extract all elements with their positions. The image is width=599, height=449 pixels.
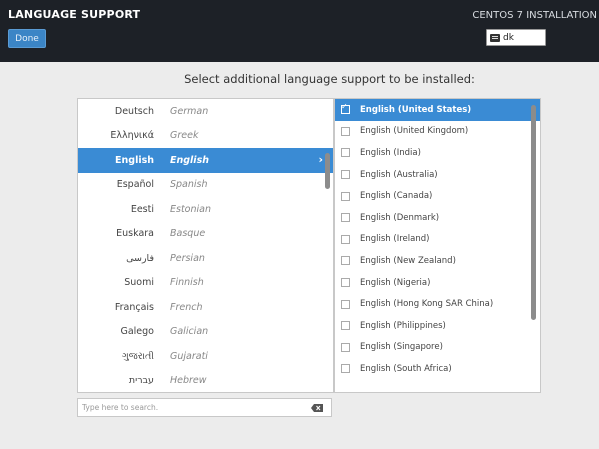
language-native-name: Deutsch	[114, 105, 154, 117]
done-button[interactable]: Done	[8, 29, 46, 48]
language-english-name: Estonian	[170, 203, 211, 215]
locale-item[interactable]: English (United States)	[335, 99, 540, 121]
locale-list[interactable]: English (United States) English (United K…	[334, 98, 541, 393]
locale-item[interactable]: English (Hong Kong SAR China)	[335, 293, 540, 315]
locale-checkbox[interactable]	[341, 191, 350, 201]
locale-checkbox[interactable]	[341, 234, 350, 244]
language-list[interactable]: Deutsch German Ελληνικά Greek English English…	[77, 98, 334, 393]
locale-list-scrollbar[interactable]	[531, 105, 536, 320]
locale-item[interactable]: English (Singapore)	[335, 337, 540, 359]
locale-checkbox[interactable]	[341, 278, 350, 288]
locale-label: English (United States)	[360, 104, 472, 115]
language-item[interactable]: فارسی Persian	[78, 246, 333, 271]
locale-label: English (India)	[360, 147, 421, 158]
language-english-name: English	[170, 154, 209, 166]
installation-title: CENTOS 7 INSTALLATION	[472, 10, 597, 21]
top-header: LANGUAGE SUPPORT Done CENTOS 7 INSTALLAT…	[0, 0, 599, 62]
locale-item[interactable]: English (India)	[335, 142, 540, 164]
language-native-name: Eesti	[130, 203, 154, 215]
locale-item[interactable]: English (Nigeria)	[335, 272, 540, 294]
language-item[interactable]: Suomi Finnish	[78, 271, 333, 296]
language-english-name: French	[170, 301, 203, 313]
locale-item[interactable]: English (Ireland)	[335, 229, 540, 251]
language-native-name: עברית	[128, 375, 154, 387]
page-title: LANGUAGE SUPPORT	[8, 8, 141, 21]
language-item[interactable]: Galego Galician	[78, 320, 333, 345]
language-item[interactable]: Français French	[78, 295, 333, 320]
language-native-name: Euskara	[116, 228, 154, 240]
language-english-name: Gujarati	[170, 350, 208, 362]
locale-item[interactable]: English (Denmark)	[335, 207, 540, 229]
locale-label: English (Nigeria)	[360, 277, 431, 288]
language-item[interactable]: Ελληνικά Greek	[78, 124, 333, 149]
language-item[interactable]: ગુજરાતી Gujarati	[78, 344, 333, 369]
search-box[interactable]	[77, 398, 332, 417]
locale-label: English (South Africa)	[360, 363, 452, 374]
locale-label: English (Denmark)	[360, 212, 440, 223]
language-native-name: فارسی	[126, 252, 154, 264]
locale-checkbox[interactable]	[341, 170, 350, 180]
locale-checkbox[interactable]	[341, 126, 350, 136]
locale-checkbox[interactable]	[341, 213, 350, 223]
locale-checkbox[interactable]	[341, 364, 350, 374]
locale-item[interactable]: English (New Zealand)	[335, 250, 540, 272]
keyboard-icon	[490, 33, 500, 42]
language-item[interactable]: עברית Hebrew	[78, 369, 333, 393]
locale-label: English (Hong Kong SAR China)	[360, 299, 494, 310]
locale-checkbox[interactable]	[341, 148, 350, 158]
locale-label: English (United Kingdom)	[360, 126, 469, 137]
locale-checkbox[interactable]	[341, 342, 350, 352]
language-english-name: Greek	[170, 130, 199, 142]
language-item[interactable]: Español Spanish	[78, 173, 333, 198]
language-native-name: Español	[116, 179, 154, 191]
clear-search-icon[interactable]	[311, 403, 323, 412]
language-item[interactable]: English English ›	[78, 148, 333, 173]
locale-item[interactable]: English (United Kingdom)	[335, 121, 540, 143]
search-input[interactable]	[78, 402, 311, 413]
locale-checkbox[interactable]	[341, 102, 350, 115]
locale-checkbox[interactable]	[341, 256, 350, 266]
prompt-text: Select additional language support to be…	[184, 72, 475, 86]
language-native-name: Suomi	[124, 277, 154, 289]
language-native-name: ગુજરાતી	[121, 350, 154, 362]
language-english-name: Galician	[170, 326, 209, 338]
locale-label: English (New Zealand)	[360, 255, 456, 266]
chevron-right-icon: ›	[318, 153, 323, 166]
language-english-name: Finnish	[170, 277, 204, 289]
locale-checkbox[interactable]	[341, 321, 350, 331]
locale-label: English (Singapore)	[360, 342, 443, 353]
locale-item[interactable]: English (Australia)	[335, 164, 540, 186]
locale-label: English (Ireland)	[360, 234, 430, 245]
language-list-scrollbar[interactable]	[325, 153, 330, 189]
locale-label: English (Philippines)	[360, 320, 446, 331]
language-native-name: English	[115, 154, 154, 166]
language-english-name: Spanish	[170, 179, 208, 191]
locale-item[interactable]: English (South Africa)	[335, 358, 540, 380]
language-native-name: Français	[114, 301, 154, 313]
locale-label: English (Canada)	[360, 191, 433, 202]
language-item[interactable]: Deutsch German	[78, 99, 333, 124]
locale-checkbox[interactable]	[341, 299, 350, 309]
language-english-name: Basque	[170, 228, 206, 240]
language-item[interactable]: Euskara Basque	[78, 222, 333, 247]
language-native-name: Galego	[120, 326, 154, 338]
language-english-name: Hebrew	[170, 375, 207, 387]
locale-item[interactable]: English (Philippines)	[335, 315, 540, 337]
language-item[interactable]: Eesti Estonian	[78, 197, 333, 222]
language-english-name: German	[170, 105, 209, 117]
locale-item[interactable]: English (Canada)	[335, 185, 540, 207]
language-english-name: Persian	[170, 252, 205, 264]
keyboard-layout-indicator[interactable]: dk	[486, 29, 546, 46]
keyboard-layout-label: dk	[503, 32, 514, 43]
language-native-name: Ελληνικά	[110, 130, 154, 142]
locale-label: English (Australia)	[360, 169, 438, 180]
